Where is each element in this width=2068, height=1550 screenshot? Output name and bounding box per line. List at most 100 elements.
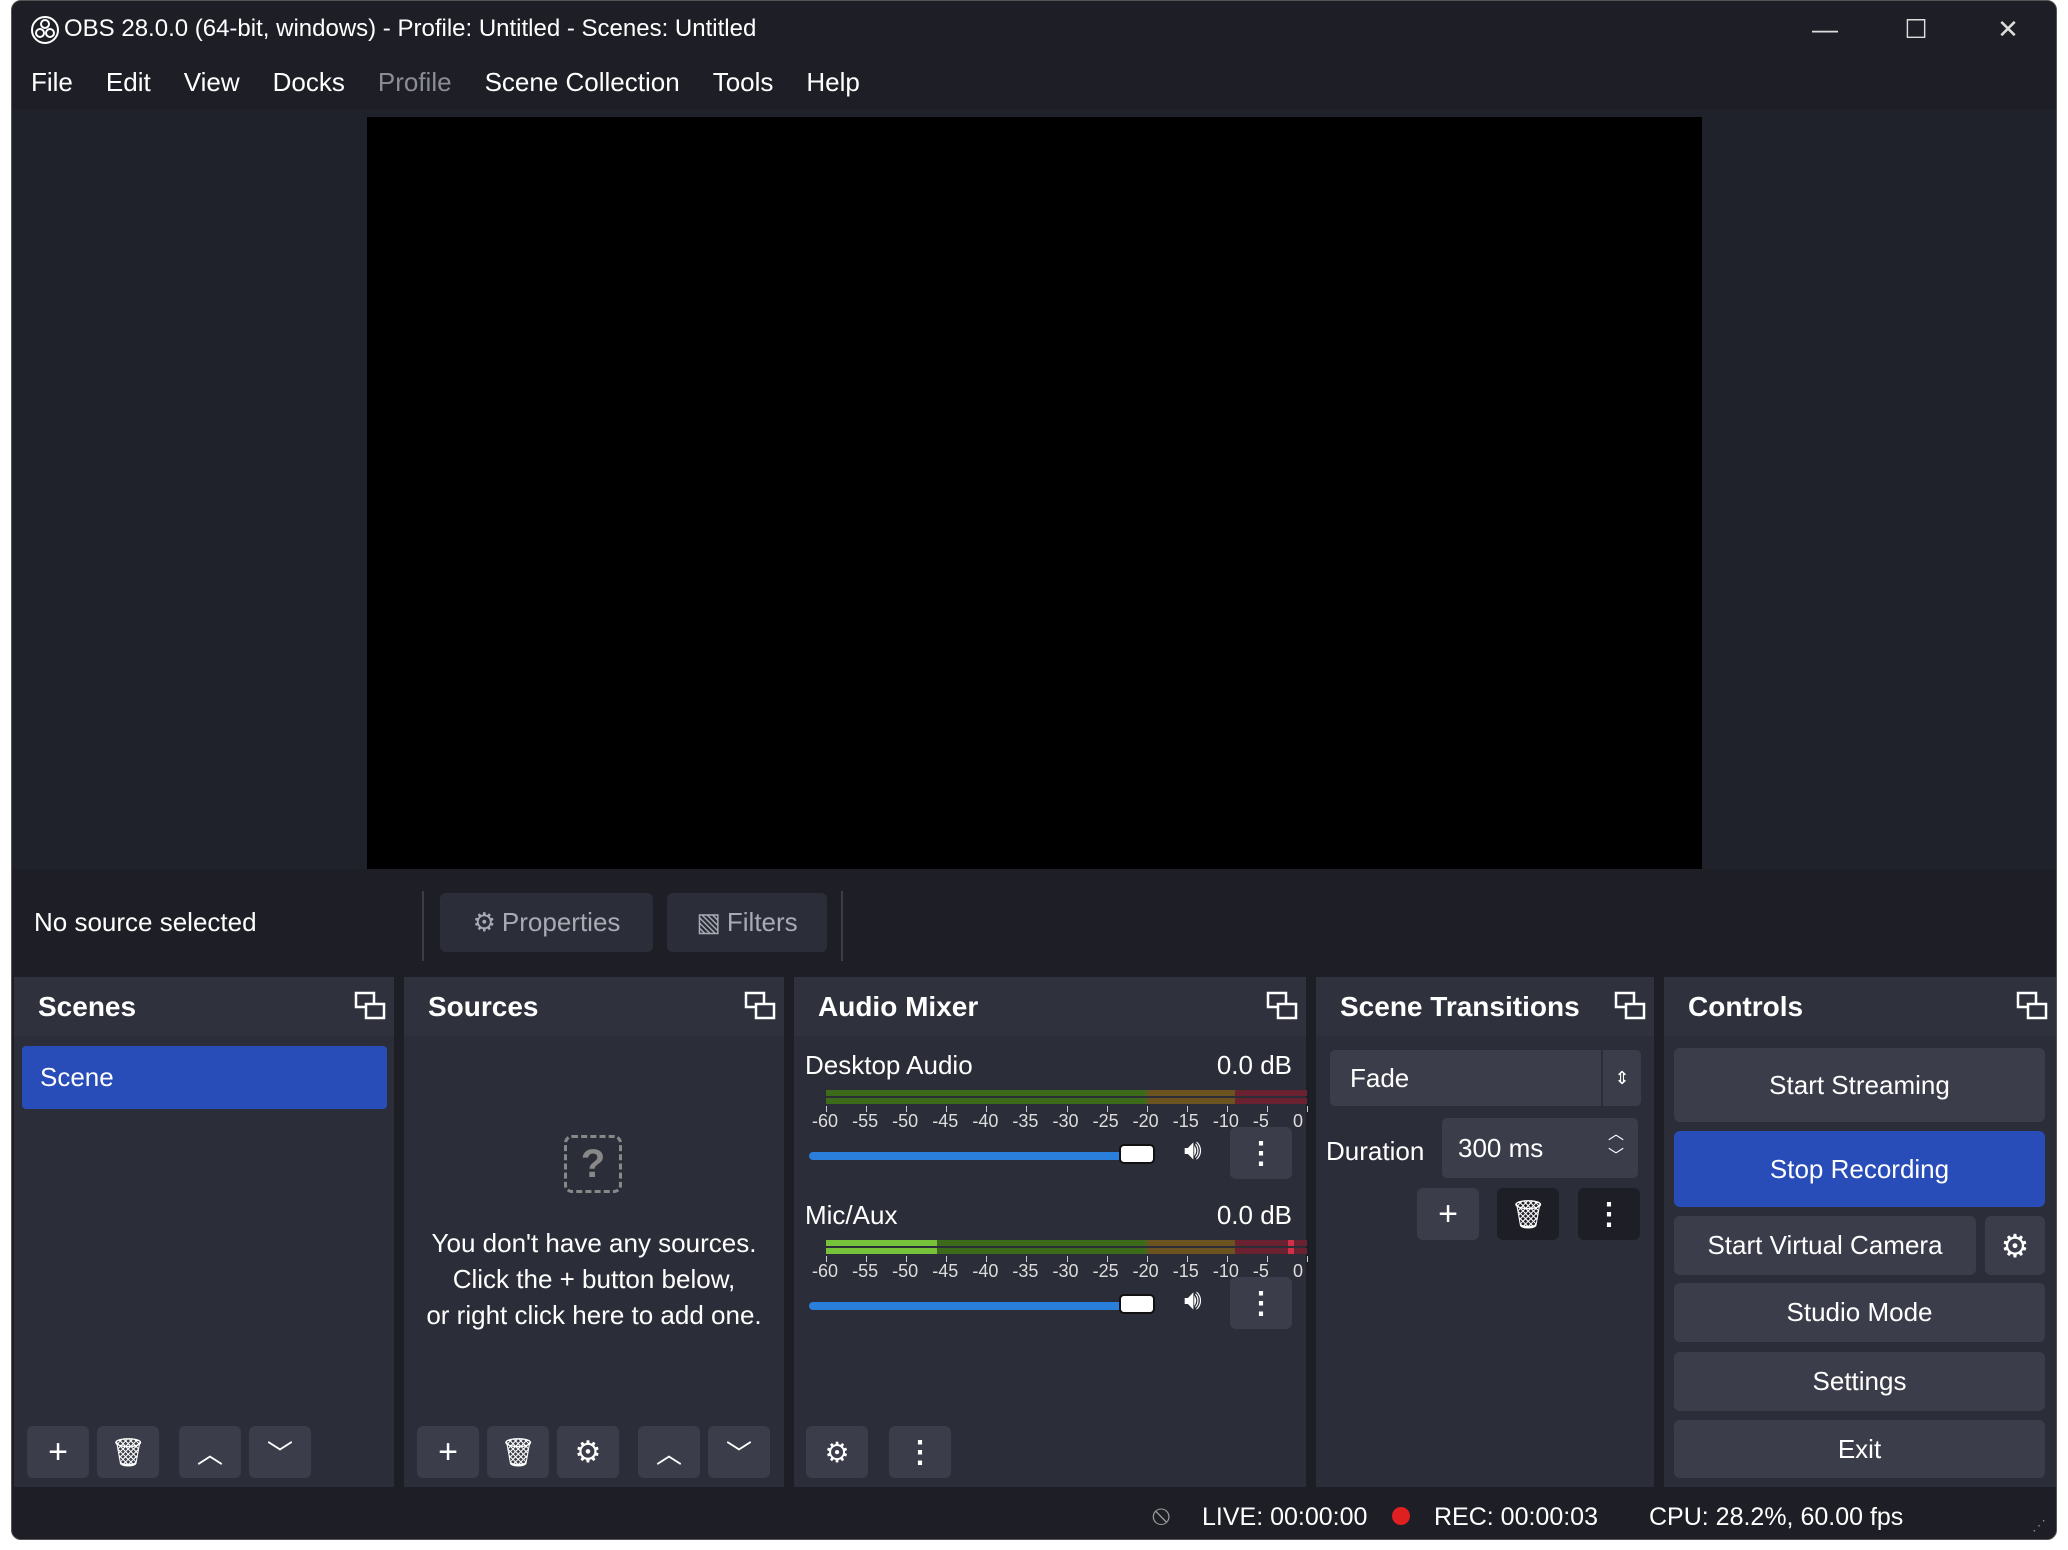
transition-properties-button[interactable]: ⋮ xyxy=(1578,1188,1640,1240)
meter-tick-label: -15 xyxy=(1172,1111,1199,1131)
exit-button[interactable]: Exit xyxy=(1674,1420,2045,1478)
meter-tick-label: -50 xyxy=(892,1111,919,1131)
scene-item[interactable]: Scene xyxy=(22,1046,387,1109)
minimize-icon[interactable]: — xyxy=(1795,9,1855,49)
duration-label: Duration xyxy=(1326,1136,1425,1166)
menu-help[interactable]: Help xyxy=(806,67,859,98)
sources-dock[interactable]: Sources ? You don't have any sources. Cl… xyxy=(404,977,784,1487)
start-virtual-camera-button[interactable]: Start Virtual Camera xyxy=(1674,1216,1976,1275)
add-source-button[interactable]: + xyxy=(417,1426,479,1478)
meter-tick-label: 0 xyxy=(1293,1111,1304,1131)
meter-red xyxy=(1234,1098,1307,1104)
move-source-down-button[interactable]: ﹀ xyxy=(708,1426,770,1478)
speaker-icon[interactable]: 🔊︎ xyxy=(1184,1134,1202,1167)
question-icon: ? xyxy=(564,1135,622,1193)
duration-spinbox[interactable]: 300 ms ︿ ﹀ xyxy=(1442,1118,1638,1178)
channel-name: Desktop Audio xyxy=(805,1050,973,1080)
menu-view[interactable]: View xyxy=(184,67,240,98)
meter-peak xyxy=(1287,1248,1294,1254)
gear-icon: ⚙ xyxy=(472,907,496,937)
undock-icon[interactable] xyxy=(744,991,776,1021)
audio-menu-button[interactable]: ⋮ xyxy=(889,1426,951,1478)
meter-tick-label: -50 xyxy=(892,1261,919,1281)
meter-yellow xyxy=(1146,1240,1235,1246)
source-properties-button[interactable]: ⚙ xyxy=(557,1426,619,1478)
title-bar: OBS 28.0.0 (64-bit, windows) - Profile: … xyxy=(12,1,2056,56)
status-bar: ⦸ LIVE: 00:00:00 REC: 00:00:03 CPU: 28.2… xyxy=(12,1491,2056,1539)
remove-scene-button[interactable]: 🗑 xyxy=(97,1426,159,1478)
volume-slider-handle[interactable] xyxy=(1119,1144,1155,1164)
meter-tick-label: -55 xyxy=(852,1261,879,1281)
kebab-icon: ⋮ xyxy=(905,1435,935,1469)
menu-profile[interactable]: Profile xyxy=(378,67,452,98)
resize-grip-icon[interactable]: ⋰ xyxy=(2032,1517,2046,1534)
cpu-status: CPU: 28.2%, 60.00 fps xyxy=(1649,1503,1904,1531)
preview-canvas[interactable] xyxy=(367,117,1702,869)
filters-button[interactable]: ▧ Filters xyxy=(667,893,827,952)
undock-icon[interactable] xyxy=(1614,991,1646,1021)
menu-tools[interactable]: Tools xyxy=(713,67,774,98)
menu-docks[interactable]: Docks xyxy=(273,67,345,98)
obs-logo-icon xyxy=(31,16,59,44)
updown-icon: ⇕ xyxy=(1601,1050,1641,1106)
dock-title: Audio Mixer xyxy=(794,977,1306,1036)
maximize-icon[interactable]: ☐ xyxy=(1886,9,1946,49)
remove-transition-button[interactable]: 🗑 xyxy=(1497,1188,1559,1240)
kebab-icon: ⋮ xyxy=(1594,1197,1624,1231)
stop-recording-button[interactable]: Stop Recording xyxy=(1674,1131,2045,1207)
meter-tick-label: -60 xyxy=(812,1111,839,1131)
kebab-icon: ⋮ xyxy=(1246,1286,1276,1320)
add-transition-button[interactable]: + xyxy=(1417,1188,1479,1240)
remove-source-button[interactable]: 🗑 xyxy=(487,1426,549,1478)
menu-scene-collection[interactable]: Scene Collection xyxy=(485,67,680,98)
meter-tick xyxy=(1307,1256,1308,1262)
rec-status: REC: 00:00:03 xyxy=(1434,1503,1598,1531)
controls-dock: Controls Start Streaming Stop Recording … xyxy=(1664,977,2056,1487)
meter-yellow xyxy=(1146,1098,1235,1104)
undock-icon[interactable] xyxy=(354,991,386,1021)
channel-db: 0.0 dB xyxy=(1216,1050,1292,1080)
meter-red xyxy=(1234,1090,1307,1096)
speaker-icon[interactable]: 🔊︎ xyxy=(1184,1284,1202,1317)
meter-red xyxy=(1234,1240,1307,1246)
meter-tick xyxy=(1307,1106,1308,1112)
volume-slider[interactable] xyxy=(809,1152,1149,1160)
channel-menu-button[interactable]: ⋮ xyxy=(1230,1277,1292,1329)
meter-level xyxy=(826,1240,937,1246)
meter-red xyxy=(1234,1248,1307,1254)
obs-window: OBS 28.0.0 (64-bit, windows) - Profile: … xyxy=(11,0,2057,1540)
transition-select[interactable]: Fade ⇕ xyxy=(1330,1050,1641,1106)
properties-button[interactable]: ⚙ Properties xyxy=(440,893,653,952)
add-scene-button[interactable]: + xyxy=(27,1426,89,1478)
meter-tick-label: -30 xyxy=(1052,1111,1079,1131)
trash-icon: 🗑 xyxy=(110,1436,146,1468)
meter-tick-label: -45 xyxy=(932,1261,959,1281)
channel-db: 0.0 dB xyxy=(1216,1200,1292,1230)
meter-tick-label: -40 xyxy=(972,1111,999,1131)
advanced-audio-button[interactable]: ⚙ xyxy=(806,1426,868,1478)
virtual-camera-settings-button[interactable]: ⚙ xyxy=(1985,1216,2045,1275)
close-icon[interactable]: ✕ xyxy=(1978,9,2038,49)
channel-menu-button[interactable]: ⋮ xyxy=(1230,1127,1292,1179)
meter-green xyxy=(826,1098,1147,1104)
volume-slider-handle[interactable] xyxy=(1119,1294,1155,1314)
settings-button[interactable]: Settings xyxy=(1674,1352,2045,1411)
meter-green xyxy=(826,1090,1147,1096)
dock-title: Scene Transitions xyxy=(1316,977,1654,1036)
studio-mode-button[interactable]: Studio Mode xyxy=(1674,1283,2045,1342)
menu-edit[interactable]: Edit xyxy=(106,67,151,98)
move-source-up-button[interactable]: ︿ xyxy=(638,1426,700,1478)
divider xyxy=(841,891,843,961)
trash-icon: 🗑 xyxy=(1510,1198,1546,1230)
volume-slider[interactable] xyxy=(809,1302,1149,1310)
move-scene-up-button[interactable]: ︿ xyxy=(179,1426,241,1478)
move-scene-down-button[interactable]: ﹀ xyxy=(249,1426,311,1478)
undock-icon[interactable] xyxy=(1266,991,1298,1021)
meter-tick-label: -15 xyxy=(1172,1261,1199,1281)
meter-tick-label: -60 xyxy=(812,1261,839,1281)
start-streaming-button[interactable]: Start Streaming xyxy=(1674,1048,2045,1122)
undock-icon[interactable] xyxy=(2016,991,2048,1021)
menu-file[interactable]: File xyxy=(31,67,73,98)
spin-arrows-icon[interactable]: ︿ ﹀ xyxy=(1608,1124,1624,1168)
scene-transitions-dock: Scene Transitions Fade ⇕ Duration 300 ms ︿… xyxy=(1316,977,1654,1487)
